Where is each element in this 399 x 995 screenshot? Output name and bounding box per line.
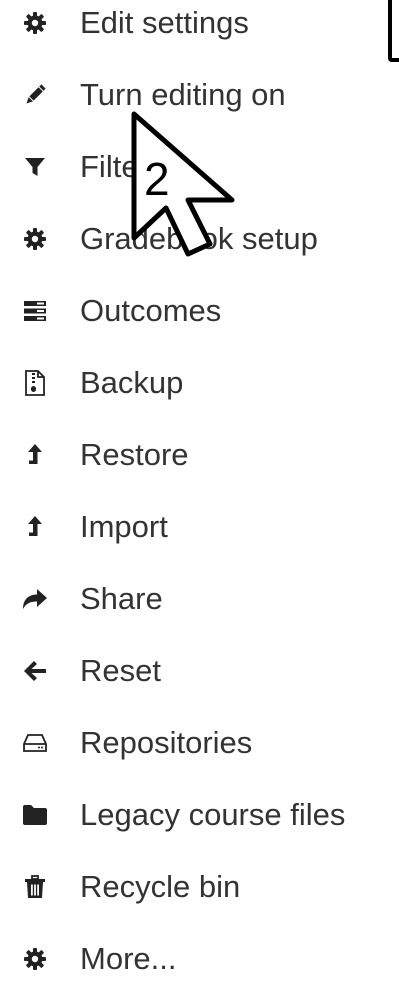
menu-item-label: Share — [80, 581, 163, 616]
trash-icon — [22, 874, 48, 900]
menu-item-gradebook-setup[interactable]: Gradebook setup — [0, 203, 399, 275]
menu-item-reset[interactable]: Reset — [0, 635, 399, 707]
menu-item-filters[interactable]: Filters — [0, 131, 399, 203]
gear-icon — [22, 226, 48, 252]
menu-item-label: Reset — [80, 653, 161, 688]
menu-item-legacy-course-files[interactable]: Legacy course files — [0, 779, 399, 851]
hdd-icon — [22, 730, 48, 756]
gear-icon — [22, 10, 48, 36]
menu-item-recycle-bin[interactable]: Recycle bin — [0, 851, 399, 923]
menu-item-label: Turn editing on — [80, 77, 286, 112]
menu-item-label: Gradebook setup — [80, 221, 318, 256]
pencil-icon — [22, 82, 48, 108]
menu-item-more[interactable]: More... — [0, 923, 399, 995]
menu-item-share[interactable]: Share — [0, 563, 399, 635]
menu-item-label: Import — [80, 509, 168, 544]
share-icon — [22, 586, 48, 612]
gear-icon — [22, 946, 48, 972]
menu-item-label: Repositories — [80, 725, 253, 760]
menu-item-label: Recycle bin — [80, 869, 241, 904]
arrow-left-icon — [22, 658, 48, 684]
menu-item-label: Edit settings — [80, 5, 249, 40]
menu-item-label: Restore — [80, 437, 189, 472]
file-archive-icon — [22, 370, 48, 396]
menu-item-label: Backup — [80, 365, 184, 400]
menu-item-repositories[interactable]: Repositories — [0, 707, 399, 779]
upload-arrow-icon — [22, 514, 48, 540]
cursor-step-number: 2 — [144, 153, 170, 205]
filter-icon — [22, 154, 48, 180]
menu-item-backup[interactable]: Backup — [0, 347, 399, 419]
folder-icon — [22, 802, 48, 828]
upload-arrow-icon — [22, 442, 48, 468]
menu-item-label: Legacy course files — [80, 797, 346, 832]
menu-item-restore[interactable]: Restore — [0, 419, 399, 491]
menu-item-import[interactable]: Import — [0, 491, 399, 563]
menu-item-label: More... — [80, 941, 177, 976]
menu-item-label: Outcomes — [80, 293, 222, 328]
menu-item-outcomes[interactable]: Outcomes — [0, 275, 399, 347]
menu-item-edit-settings[interactable]: Edit settings — [0, 0, 399, 59]
menu-item-turn-editing-on[interactable]: Turn editing on — [0, 59, 399, 131]
outcomes-icon — [22, 298, 48, 324]
course-admin-menu: Edit settings Turn editing on Filters Gr… — [0, 0, 399, 995]
